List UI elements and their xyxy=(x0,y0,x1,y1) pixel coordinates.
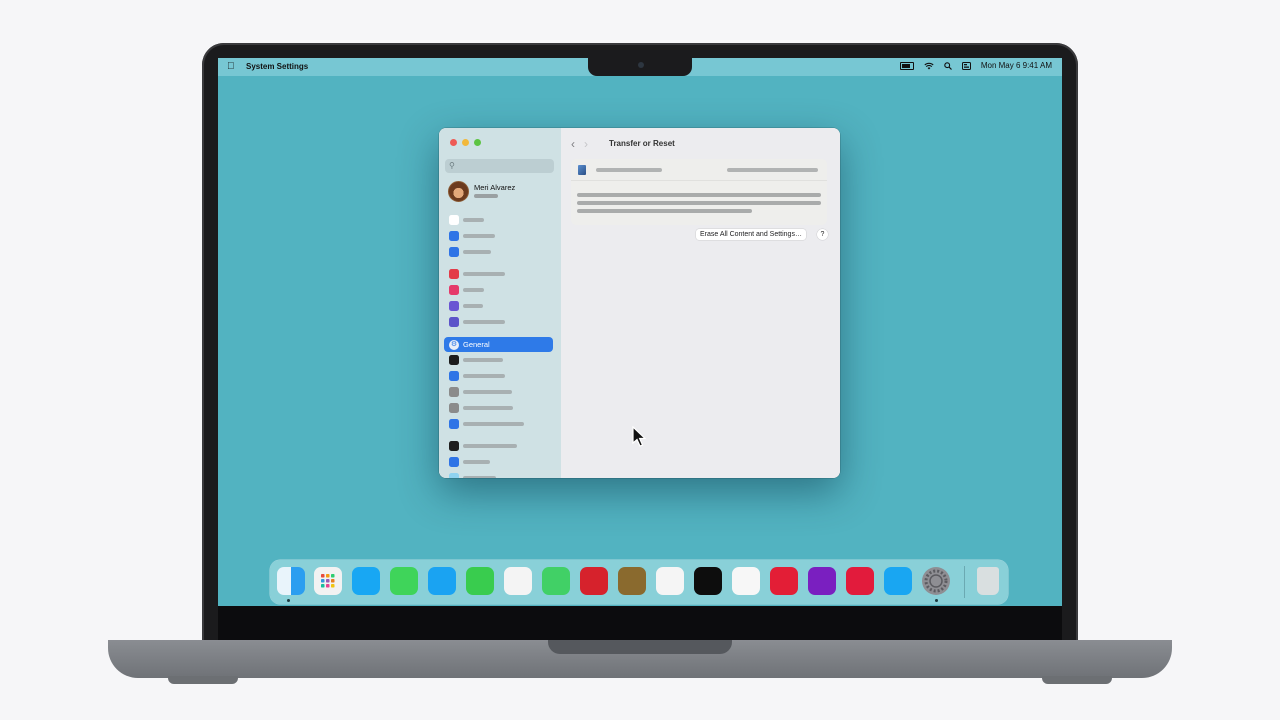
close-button[interactable] xyxy=(450,139,457,146)
desktop-screen:  System Settings Mon May 6 9:41 AM xyxy=(218,58,1062,606)
minimize-button[interactable] xyxy=(462,139,469,146)
sidebar-item-icon xyxy=(449,441,459,452)
menu-bar-clock[interactable]: Mon May 6 9:41 AM xyxy=(981,61,1052,70)
laptop-hinge-notch xyxy=(548,640,732,654)
sidebar-item-icon xyxy=(449,355,459,366)
settings-sidebar: ⚲ Meri Alvarez ⚙ General xyxy=(439,128,562,478)
erase-all-content-button[interactable]: Erase All Content and Settings… xyxy=(696,229,806,240)
dock xyxy=(270,560,1008,604)
app-store-icon[interactable] xyxy=(884,567,912,595)
sidebar-item[interactable] xyxy=(439,244,561,260)
sidebar-item[interactable] xyxy=(439,314,561,330)
row-label-placeholder xyxy=(596,168,662,172)
sidebar-item[interactable] xyxy=(439,352,561,368)
sidebar-item[interactable] xyxy=(439,416,561,432)
photos-icon[interactable] xyxy=(504,567,532,595)
migration-assistant-icon xyxy=(578,165,586,175)
running-indicator xyxy=(287,599,290,602)
sidebar-item-general[interactable]: ⚙ General xyxy=(439,336,561,353)
control-center-icon[interactable] xyxy=(961,61,971,70)
reminders-icon[interactable] xyxy=(656,567,684,595)
sidebar-item[interactable] xyxy=(439,400,561,416)
mouse-pointer-icon xyxy=(632,426,647,447)
running-indicator xyxy=(935,599,938,602)
sidebar-list: ⚙ General xyxy=(439,212,561,478)
laptop-foot xyxy=(1042,676,1112,684)
app-menu-name[interactable]: System Settings xyxy=(246,62,308,71)
sidebar-item[interactable] xyxy=(439,454,561,470)
sidebar-item-icon xyxy=(449,246,459,257)
wifi-icon[interactable] xyxy=(924,62,934,70)
sidebar-item-icon xyxy=(449,316,459,327)
sidebar-item[interactable] xyxy=(439,212,561,228)
description-line xyxy=(577,193,821,197)
safari-icon[interactable] xyxy=(352,567,380,595)
tv-icon[interactable] xyxy=(694,567,722,595)
screen-bezel xyxy=(218,606,1062,640)
avatar xyxy=(448,181,469,202)
messages-icon[interactable] xyxy=(390,567,418,595)
sidebar-item[interactable] xyxy=(439,470,561,478)
calendar-icon[interactable] xyxy=(580,567,608,595)
navigation-buttons: ‹ › xyxy=(571,137,588,151)
facetime-icon[interactable] xyxy=(466,567,494,595)
back-icon[interactable]: ‹ xyxy=(571,137,575,151)
sidebar-item[interactable] xyxy=(439,266,561,282)
sidebar-item-icon xyxy=(449,402,459,413)
camera-notch xyxy=(588,58,692,76)
description-line xyxy=(577,201,821,205)
apple-icon[interactable]:  xyxy=(227,61,235,72)
maps-icon[interactable] xyxy=(542,567,570,595)
transfer-card xyxy=(571,159,827,225)
trash-icon[interactable] xyxy=(977,567,999,595)
news-icon[interactable] xyxy=(846,567,874,595)
migration-row[interactable] xyxy=(571,159,827,181)
sidebar-item-icon xyxy=(449,386,459,397)
sidebar-item-icon xyxy=(449,300,459,311)
finder-icon[interactable] xyxy=(277,567,305,595)
battery-icon[interactable] xyxy=(899,61,914,70)
gear-icon: ⚙ xyxy=(449,339,459,350)
sidebar-item-icon xyxy=(449,457,459,468)
search-icon[interactable] xyxy=(944,61,952,70)
sidebar-item[interactable] xyxy=(439,438,561,454)
mail-icon[interactable] xyxy=(428,567,456,595)
launchpad-icon[interactable] xyxy=(314,567,342,595)
sidebar-item-icon xyxy=(449,269,459,280)
sidebar-search-field[interactable]: ⚲ xyxy=(445,159,554,173)
sidebar-item[interactable] xyxy=(439,298,561,314)
music-icon[interactable] xyxy=(770,567,798,595)
zoom-button[interactable] xyxy=(474,139,481,146)
camera-icon xyxy=(638,62,644,68)
sidebar-item[interactable] xyxy=(439,228,561,244)
row-button-placeholder[interactable] xyxy=(727,168,818,172)
sidebar-item-icon xyxy=(449,215,459,225)
sidebar-item-icon xyxy=(449,418,459,429)
podcasts-icon[interactable] xyxy=(808,567,836,595)
user-name: Meri Alvarez xyxy=(474,183,516,192)
settings-content: ‹ › Transfer or Reset Erase All Content a… xyxy=(561,128,840,478)
dock-separator xyxy=(964,566,965,598)
freeform-icon[interactable] xyxy=(732,567,760,595)
description-line xyxy=(577,209,752,213)
notes-icon[interactable] xyxy=(618,567,646,595)
page-title: Transfer or Reset xyxy=(609,139,675,148)
sidebar-item-icon xyxy=(449,230,459,241)
sidebar-item-icon xyxy=(449,472,459,478)
sidebar-item[interactable] xyxy=(439,368,561,384)
system-settings-icon[interactable] xyxy=(922,567,950,595)
menu-bar-status: Mon May 6 9:41 AM xyxy=(899,61,1052,70)
account-subtitle-placeholder xyxy=(474,194,498,198)
window-controls xyxy=(450,139,481,146)
laptop-foot xyxy=(168,676,238,684)
sidebar-item[interactable] xyxy=(439,384,561,400)
apple-account-row[interactable]: Meri Alvarez xyxy=(448,181,558,203)
sidebar-item-label: General xyxy=(463,339,490,349)
sidebar-item-icon xyxy=(449,371,459,382)
sidebar-item-icon xyxy=(449,285,459,296)
help-button[interactable]: ? xyxy=(817,229,828,240)
search-icon: ⚲ xyxy=(449,161,455,170)
forward-icon[interactable]: › xyxy=(584,137,588,151)
sidebar-item[interactable] xyxy=(439,282,561,298)
